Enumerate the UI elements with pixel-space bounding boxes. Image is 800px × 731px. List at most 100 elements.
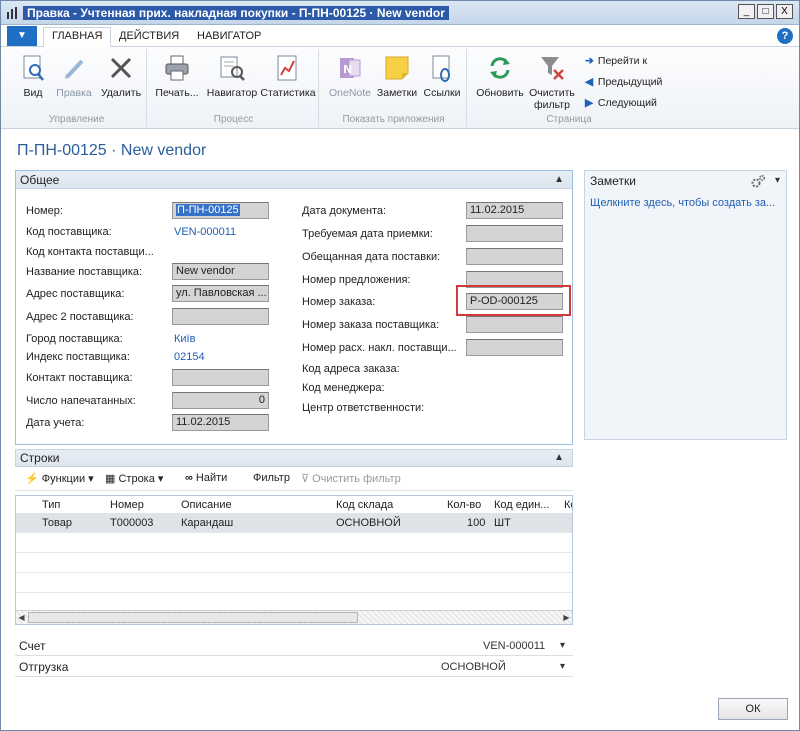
delete-button[interactable]: Удалить: [97, 53, 145, 99]
filter-clear-icon: ⊽: [301, 473, 310, 485]
notes-header: Заметки ▾: [585, 171, 786, 191]
col-description[interactable]: Описание: [181, 499, 232, 511]
col-uom[interactable]: Код един...: [494, 499, 549, 511]
goto-button[interactable]: ➔ Перейти к: [585, 55, 647, 67]
scrollbar-thumb[interactable]: [28, 612, 358, 623]
table-row[interactable]: [16, 553, 572, 573]
lines-header-label: Строки: [20, 451, 60, 465]
ok-button[interactable]: ОК: [718, 698, 788, 720]
req-receipt-field[interactable]: [466, 225, 563, 242]
notes-button[interactable]: Заметки: [375, 53, 419, 99]
shipping-summary: ОСНОВНОЙ: [441, 661, 506, 673]
links-button[interactable]: Ссылки: [421, 53, 463, 99]
create-note-link[interactable]: Щелкните здесь, чтобы создать за...: [585, 197, 786, 209]
title-bar: Правка - Учтенная прих. накладная покупк…: [1, 1, 799, 25]
tab-home[interactable]: ГЛАВНАЯ: [43, 27, 112, 48]
next-button[interactable]: ▶ Следующий: [585, 97, 657, 109]
invoicing-fasttab[interactable]: Счет VEN-000011 ▾: [15, 636, 573, 656]
vendor-name-field[interactable]: New vendor: [172, 263, 269, 280]
posting-date-label: Дата учета:: [26, 417, 85, 429]
binoculars-icon: ∞: [185, 472, 193, 484]
col-location[interactable]: Код склада: [336, 499, 393, 511]
cell-type: Товар: [42, 517, 72, 529]
delete-icon: [106, 53, 136, 83]
general-header-label: Общее: [20, 173, 60, 187]
notes-header-label: Заметки: [590, 174, 636, 188]
scroll-left-icon[interactable]: ◀: [16, 612, 27, 623]
col-type[interactable]: Тип: [42, 499, 60, 511]
tab-navigator[interactable]: НАВИГАТОР: [189, 28, 269, 44]
vendor-city-link[interactable]: Київ: [174, 333, 195, 345]
lines-header[interactable]: Строки ▲: [15, 449, 573, 467]
ribbon-group-manage: Вид Правка Удалить Управление: [7, 49, 147, 127]
tab-actions[interactable]: ДЕЙСТВИЯ: [111, 28, 187, 44]
invoicing-label: Счет: [19, 639, 46, 653]
general-header[interactable]: Общее ▲: [16, 171, 572, 189]
close-button[interactable]: X: [776, 4, 793, 19]
statistics-button[interactable]: Статистика: [259, 53, 317, 99]
vendor-address2-field[interactable]: [172, 308, 269, 325]
print-button[interactable]: Печать...: [153, 53, 201, 99]
vendor-contact-code-label: Код контакта поставщи...: [26, 246, 154, 258]
vendor-invoice-field[interactable]: [466, 339, 563, 356]
chevron-down-icon[interactable]: ▾: [560, 636, 565, 656]
col-qty[interactable]: Кол-во: [447, 499, 481, 511]
invoicing-summary: VEN-000011: [483, 640, 546, 652]
posting-date-field[interactable]: 11.02.2015: [172, 414, 269, 431]
maximize-button[interactable]: □: [757, 4, 774, 19]
functions-menu[interactable]: ⚡ Функции ▾: [25, 472, 94, 485]
help-icon[interactable]: ?: [777, 28, 793, 44]
edit-button[interactable]: Правка: [51, 53, 97, 99]
clear-filter-button[interactable]: Очистить фильтр: [527, 53, 577, 111]
col-more[interactable]: Ко: [564, 499, 572, 511]
print-label: Печать...: [155, 87, 199, 99]
previous-label: Предыдущий: [597, 76, 663, 88]
manager-label: Код менеджера:: [302, 382, 385, 394]
vendor-zip-link[interactable]: 02154: [174, 351, 205, 363]
view-button[interactable]: Вид: [13, 53, 53, 99]
vendor-address-field[interactable]: ул. Павловская ...: [172, 285, 269, 302]
horizontal-scrollbar[interactable]: ◀ ▶: [16, 610, 572, 624]
previous-button[interactable]: ◀ Предыдущий: [585, 76, 662, 88]
minimize-button[interactable]: _: [738, 4, 755, 19]
vendor-code-link[interactable]: VEN-000011: [174, 226, 236, 238]
vendor-address-label: Адрес поставщика:: [26, 288, 125, 300]
next-label: Следующий: [597, 97, 657, 109]
navigator-button[interactable]: Навигатор: [205, 53, 259, 99]
cell-qty: 100: [467, 517, 486, 529]
col-no[interactable]: Номер: [110, 499, 144, 511]
chevron-up-icon[interactable]: ▲: [554, 171, 564, 189]
vendor-contact-label: Контакт поставщика:: [26, 372, 133, 384]
link-icon: [427, 53, 457, 83]
app-menu-button[interactable]: ▼: [7, 26, 37, 46]
group-label-process: Процесс: [213, 114, 254, 125]
scroll-right-icon[interactable]: ▶: [561, 612, 572, 623]
table-row[interactable]: Товар T000003 Карандаш ОСНОВНОЙ 100 ШТ: [16, 513, 572, 533]
number-value: П-ПН-00125: [176, 204, 240, 216]
number-field[interactable]: П-ПН-00125: [172, 202, 269, 219]
chevron-down-icon[interactable]: ▾: [560, 657, 565, 677]
general-fasttab: Общее ▲ Номер: П-ПН-00125 Код поставщика…: [15, 170, 573, 445]
filter-button[interactable]: Фильтр: [253, 472, 290, 484]
table-row[interactable]: [16, 533, 572, 553]
refresh-button[interactable]: Обновить: [475, 53, 525, 99]
shipping-fasttab[interactable]: Отгрузка ОСНОВНОЙ ▾: [15, 657, 573, 677]
chevron-up-icon[interactable]: ▲: [554, 450, 564, 466]
clear-filter-lines-button[interactable]: ⊽ Очистить фильтр: [301, 472, 401, 485]
onenote-button[interactable]: N OneNote: [327, 53, 373, 99]
chevron-down-icon[interactable]: ▾: [775, 171, 780, 191]
onenote-icon: N: [335, 53, 365, 83]
line-menu[interactable]: ▦ Строка ▾: [105, 472, 163, 485]
vendor-contact-field[interactable]: [172, 369, 269, 386]
gear-icon[interactable]: [750, 174, 766, 188]
clear-filter-label: Очистить фильтр: [529, 87, 575, 111]
view-icon: [18, 53, 48, 83]
vendor-order-field[interactable]: [466, 316, 563, 333]
promised-label: Обещанная дата поставки:: [302, 251, 441, 263]
delete-label: Удалить: [100, 87, 142, 99]
doc-date-field[interactable]: 11.02.2015: [466, 202, 563, 219]
promised-field[interactable]: [466, 248, 563, 265]
find-button[interactable]: ∞ Найти: [185, 472, 227, 484]
table-row[interactable]: [16, 573, 572, 593]
pencil-icon: [59, 53, 89, 83]
